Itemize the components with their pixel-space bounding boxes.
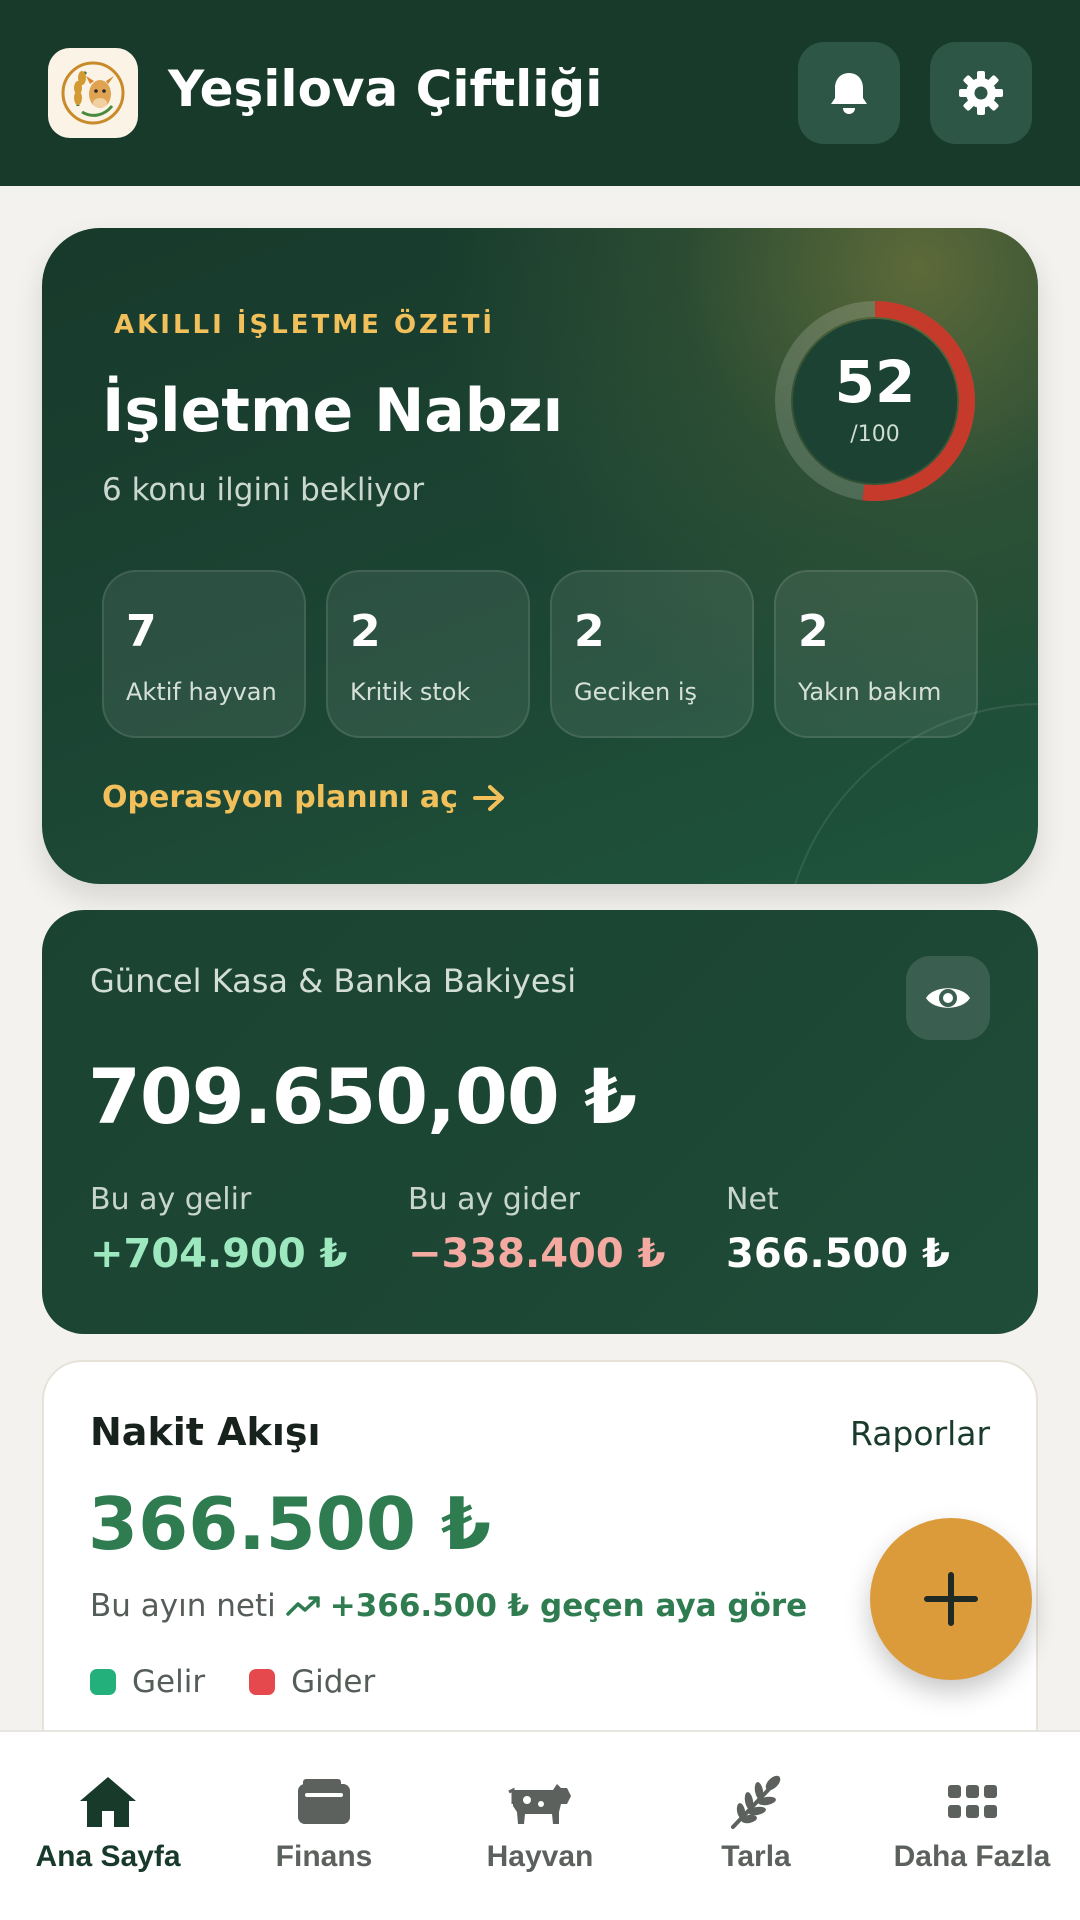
trending-up-icon (285, 1596, 320, 1616)
legend-swatch (90, 1669, 116, 1695)
nav-label: Ana Sayfa (35, 1840, 181, 1873)
reports-link[interactable]: Raporlar (850, 1414, 990, 1453)
plus-icon (924, 1572, 978, 1626)
balance-card: Güncel Kasa & Banka Bakiyesi 709.650,00 … (42, 910, 1038, 1334)
monthly-expense: Bu ay gider −338.400 ₺ (408, 1182, 665, 1277)
income-value: +704.900 ₺ (90, 1231, 348, 1277)
gear-icon (959, 71, 1003, 115)
expense-value: −338.400 ₺ (408, 1231, 666, 1277)
legend-item-income: Gelir (90, 1664, 205, 1700)
stat-label: Yakın bakım (798, 678, 942, 706)
balance-label: Güncel Kasa & Banka Bakiyesi (90, 962, 577, 1000)
app-title: Yeşilova Çiftliği (168, 60, 603, 118)
settings-button[interactable] (930, 42, 1032, 144)
pulse-eyebrow: AKILLI İŞLETME ÖZETİ (114, 310, 496, 340)
nav-item-home[interactable]: Ana Sayfa (0, 1772, 216, 1892)
net-label: Net (726, 1182, 779, 1217)
app-header: Yeşilova Çiftliği (0, 0, 1080, 186)
bottom-navigation: Ana Sayfa Finans Hayvan Tarla Daha Fazla (0, 1730, 1080, 1920)
nav-item-more[interactable]: Daha Fazla (864, 1772, 1080, 1892)
grid-icon (946, 1772, 998, 1832)
stat-value: 2 (798, 606, 829, 657)
expense-label: Bu ay gider (408, 1182, 581, 1217)
nav-item-animals[interactable]: Hayvan (432, 1772, 648, 1892)
pulse-subtitle: 6 konu ilgini bekliyor (102, 472, 425, 508)
legend-label: Gider (291, 1664, 376, 1700)
cow-icon (505, 1772, 575, 1832)
net-value: 366.500 ₺ (726, 1231, 950, 1277)
cashflow-subtitle: Bu ayın neti (90, 1588, 276, 1624)
cashflow-amount: 366.500 ₺ (88, 1482, 492, 1566)
legend-label: Gelir (132, 1664, 206, 1700)
nav-label: Hayvan (486, 1840, 594, 1873)
cashflow-subtitle-row: Bu ayın neti +366.500 ₺ geçen aya göre (90, 1588, 807, 1624)
score-max: /100 (850, 422, 900, 447)
nav-item-fields[interactable]: Tarla (648, 1772, 864, 1892)
notifications-button[interactable] (798, 42, 900, 144)
legend-swatch (249, 1669, 276, 1695)
nav-label: Finans (275, 1840, 373, 1873)
eye-icon (926, 988, 970, 1008)
add-button[interactable] (870, 1518, 1032, 1680)
pulse-title: İşletme Nabzı (102, 376, 564, 446)
income-label: Bu ay gelir (90, 1182, 252, 1217)
nav-item-finance[interactable]: Finans (216, 1772, 432, 1892)
balance-amount: 709.650,00 ₺ (88, 1052, 637, 1141)
open-operation-plan-link[interactable]: Operasyon planını aç (102, 780, 506, 815)
wallet-icon (295, 1772, 353, 1832)
stat-value: 2 (350, 606, 381, 657)
stat-value: 2 (574, 606, 605, 657)
stat-label: Kritik stok (350, 678, 471, 706)
arrow-right-icon (472, 784, 504, 811)
wheat-icon (727, 1772, 785, 1832)
stat-label: Geciken iş (574, 678, 698, 706)
nav-label: Tarla (721, 1840, 791, 1873)
cashflow-legend: Gelir Gider (90, 1664, 375, 1700)
stat-value: 7 (126, 606, 157, 657)
legend-item-expense: Gider (249, 1664, 375, 1700)
stat-critical-stock[interactable]: 2 Kritik stok (326, 570, 530, 738)
stat-label: Aktif hayvan (126, 678, 277, 706)
home-icon (77, 1772, 139, 1832)
farm-logo-icon (48, 48, 138, 138)
business-pulse-card: AKILLI İŞLETME ÖZETİ İşletme Nabzı 6 kon… (42, 228, 1038, 884)
stat-upcoming-care[interactable]: 2 Yakın bakım (774, 570, 978, 738)
monthly-income: Bu ay gelir +704.900 ₺ (90, 1182, 347, 1277)
monthly-net: Net 366.500 ₺ (726, 1182, 950, 1277)
nav-label: Daha Fazla (893, 1840, 1051, 1873)
toggle-balance-visibility-button[interactable] (906, 956, 990, 1040)
bell-icon (831, 73, 867, 114)
pulse-score-gauge: 52 /100 (772, 298, 978, 504)
score-value: 52 (834, 348, 916, 416)
cashflow-trend: +366.500 ₺ geçen aya göre (285, 1588, 808, 1624)
link-label: Operasyon planını aç (102, 780, 458, 815)
cashflow-trend-text: +366.500 ₺ geçen aya göre (329, 1588, 808, 1624)
cashflow-title: Nakit Akışı (90, 1410, 321, 1454)
stat-active-animals[interactable]: 7 Aktif hayvan (102, 570, 306, 738)
stat-overdue-tasks[interactable]: 2 Geciken iş (550, 570, 754, 738)
